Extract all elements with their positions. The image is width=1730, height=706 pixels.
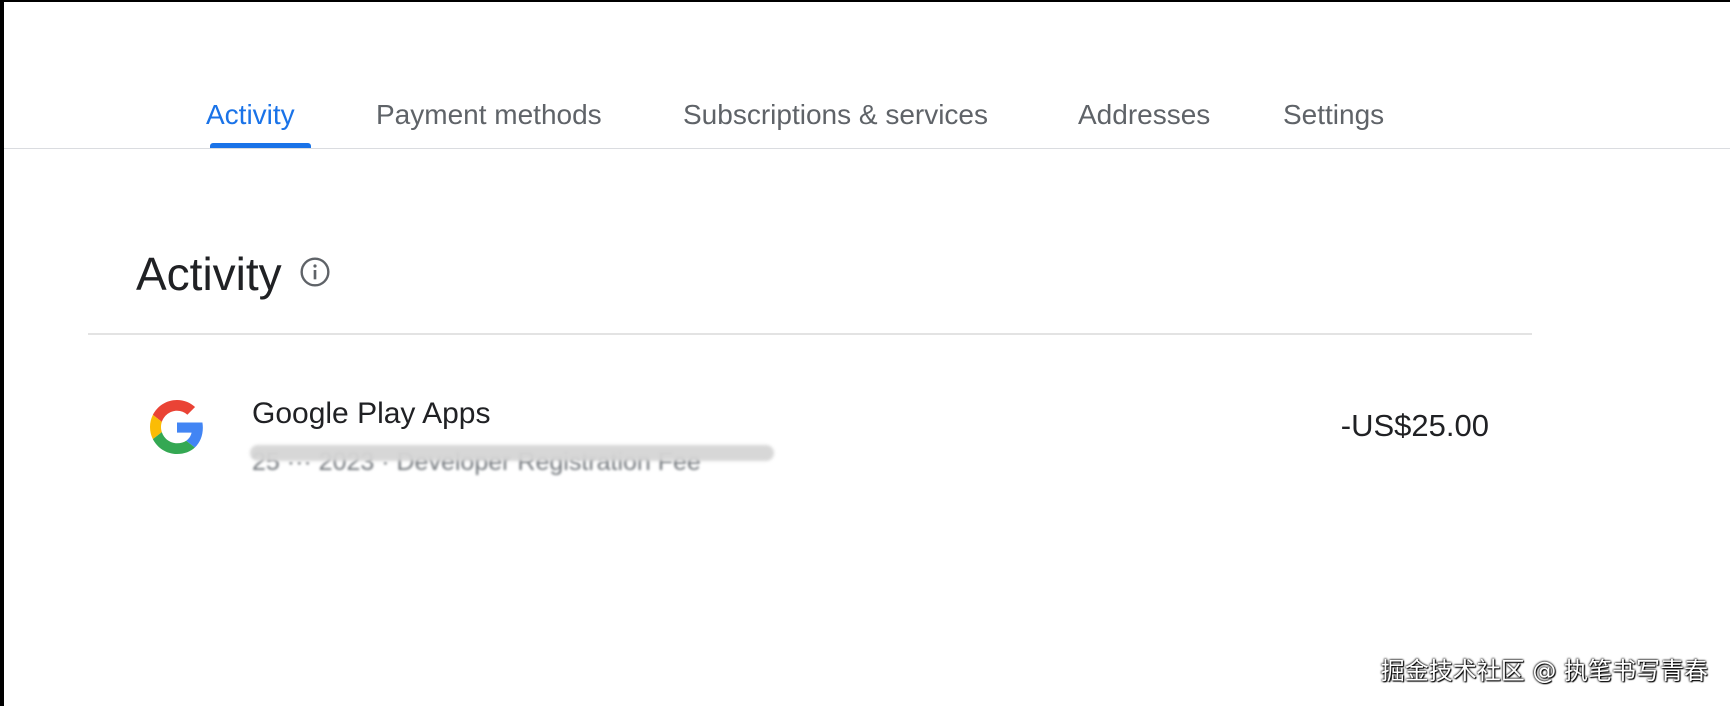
page-frame: Activity Payment methods Subscriptions &… bbox=[4, 2, 1730, 706]
tab-bar: Activity Payment methods Subscriptions &… bbox=[4, 2, 1730, 149]
tab-settings[interactable]: Settings bbox=[1283, 98, 1384, 132]
page-title: Activity bbox=[136, 248, 282, 300]
section-divider bbox=[88, 333, 1532, 335]
info-icon[interactable] bbox=[299, 256, 331, 288]
active-tab-indicator bbox=[210, 143, 311, 148]
tab-addresses[interactable]: Addresses bbox=[1078, 98, 1210, 132]
tab-payment-methods[interactable]: Payment methods bbox=[376, 98, 602, 132]
watermark: 掘金技术社区 @ 执笔书写青春 bbox=[1380, 657, 1708, 685]
tab-activity[interactable]: Activity bbox=[206, 98, 295, 132]
activity-row[interactable]: Google Play Apps 25 ··· 2023 · Developer… bbox=[88, 382, 1532, 482]
tab-subscriptions-services[interactable]: Subscriptions & services bbox=[683, 98, 988, 132]
activity-title: Google Play Apps bbox=[252, 397, 491, 430]
activity-amount: -US$25.00 bbox=[1340, 408, 1489, 443]
google-g-logo-icon bbox=[150, 400, 203, 454]
redaction-bar bbox=[250, 445, 774, 461]
